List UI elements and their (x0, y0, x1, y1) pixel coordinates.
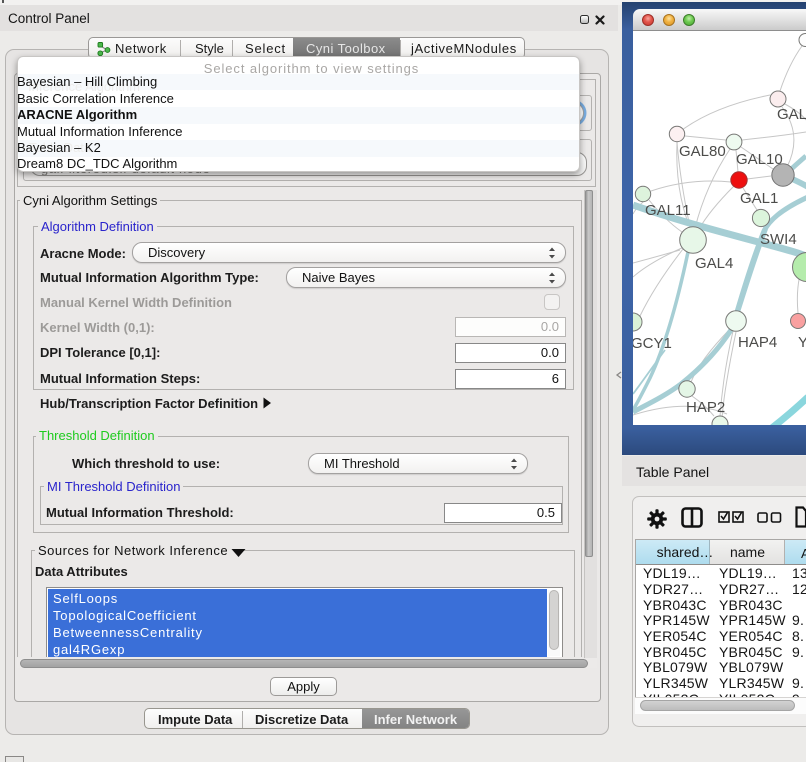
svg-text:GAL10: GAL10 (736, 151, 783, 168)
svg-text:GAL2: GAL2 (777, 106, 806, 123)
svg-text:GAL11: GAL11 (645, 202, 691, 219)
svg-text:GAL4: GAL4 (695, 255, 733, 272)
svg-text:HAP2: HAP2 (686, 399, 725, 416)
svg-text:GAL80: GAL80 (679, 143, 726, 160)
svg-text:Y: Y (798, 334, 806, 351)
svg-text:GCY1: GCY1 (633, 335, 672, 352)
svg-text:SWI4: SWI4 (760, 231, 797, 248)
svg-text:GAL1: GAL1 (740, 190, 778, 207)
svg-text:HAP4: HAP4 (738, 334, 777, 351)
